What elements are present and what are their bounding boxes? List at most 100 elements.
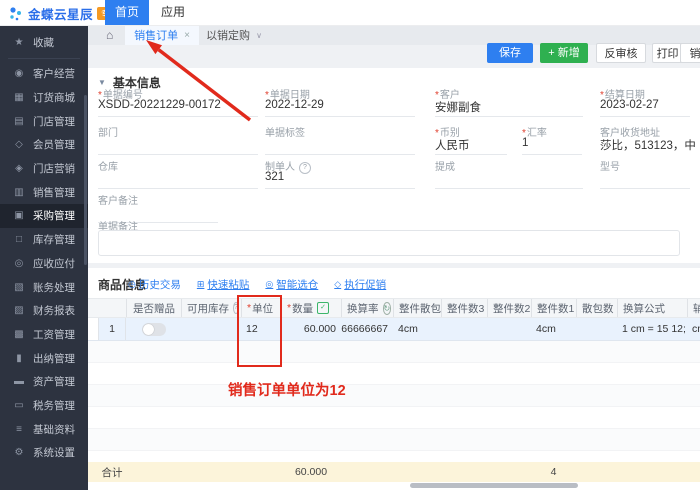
- field-currency[interactable]: *币别 人民币: [435, 124, 507, 155]
- field-warehouse[interactable]: 仓库: [98, 158, 258, 189]
- cell-rownum: 1: [98, 318, 126, 340]
- sidebar-item-label: 基础资料: [33, 422, 75, 437]
- sidebar-item-label: 客户经营: [33, 66, 75, 81]
- link-quick-paste[interactable]: ⊞快速粘贴: [197, 277, 250, 292]
- sidebar-item-tax[interactable]: ▭税务管理: [0, 394, 88, 418]
- horizontal-scrollbar[interactable]: [410, 483, 578, 488]
- overflow-button[interactable]: 销: [680, 43, 700, 63]
- sidebar-item-sales-mgmt[interactable]: ▥销售管理: [0, 180, 88, 204]
- sidebar-item-label: 采购管理: [33, 208, 75, 223]
- link-run-promo[interactable]: ◇执行促销: [334, 277, 386, 292]
- table-header-row: 是否赠品可用库存?*单位*数量✓换算率↻整件散包整件数3整件数2整件数1散包数换…: [88, 298, 700, 318]
- unaudit-button[interactable]: 反审核: [596, 43, 646, 63]
- sidebar-item-inventory-mgmt[interactable]: □库存管理: [0, 228, 88, 252]
- link-history-trade[interactable]: ◷历史交易: [128, 277, 181, 292]
- sidebar-item-customer-ops[interactable]: ◉ 客户经营: [0, 62, 88, 86]
- member-icon: ◇: [13, 139, 25, 150]
- add-new-button[interactable]: + 新增: [540, 43, 588, 63]
- sidebar-item-receivables[interactable]: ◎应收应付: [0, 252, 88, 276]
- table-empty-row[interactable]: [88, 385, 700, 407]
- sidebar-item-store-marketing[interactable]: ◈门店营销: [0, 157, 88, 181]
- field-value: [600, 171, 690, 186]
- field-doc-tag[interactable]: 单据标签: [265, 124, 415, 155]
- sidebar-item-system-settings[interactable]: ⚙系统设置: [0, 441, 88, 465]
- col-header-is-gift: 是否赠品: [126, 299, 181, 317]
- sidebar: ★ 收藏 ◉ 客户经营 ▦订货商城 ▤ 门店管理 ◇ 会员管理 ◈门店营销▥销售管理▣采购管理…: [0, 25, 88, 490]
- sidebar-item-purchase-mgmt[interactable]: ▣采购管理: [0, 204, 88, 228]
- field-value: 2023-02-27: [600, 99, 690, 114]
- sidebar-item-payroll[interactable]: ▩工资管理: [0, 323, 88, 347]
- sidebar-item-label: 门店管理: [33, 114, 75, 129]
- table-empty-row[interactable]: [88, 407, 700, 429]
- save-button[interactable]: 保存: [487, 43, 533, 63]
- doc-remark-input[interactable]: [98, 230, 680, 256]
- field-customer[interactable]: *客户 安娜副食: [435, 86, 583, 117]
- tab-sales-order[interactable]: 销售订单 ×: [125, 25, 199, 45]
- field-label: *币别: [435, 124, 507, 137]
- field-settle-date[interactable]: *结算日期 2023-02-27: [600, 86, 690, 117]
- field-value: 安娜副食: [435, 99, 583, 114]
- top-navbar: 金蝶云星辰 专业版 首页 应用: [0, 0, 700, 26]
- sidebar-item-cashier[interactable]: ▮出纳管理: [0, 346, 88, 370]
- sidebar-item-label: 会员管理: [33, 137, 75, 152]
- link-label: 历史交易: [139, 277, 181, 292]
- field-doc-date[interactable]: *单据日期 2022-12-29: [265, 86, 415, 117]
- base-data-icon: ≡: [13, 424, 25, 435]
- col-header-loose-pack-qty: 散包数: [576, 299, 617, 317]
- field-exchange-rate[interactable]: *汇率 1: [522, 124, 582, 155]
- table-row[interactable]: 11260.0000.06666666674cm4cm1 cm = 15 12;…: [88, 318, 700, 341]
- link-smart-pick[interactable]: ◎智能选仓: [265, 277, 318, 292]
- table-filler: [88, 451, 700, 462]
- field-label: 型号: [600, 158, 690, 171]
- total-rownum: 合计: [98, 462, 126, 482]
- sidebar-item-fin-reports[interactable]: ▨财务报表: [0, 299, 88, 323]
- field-value: [435, 171, 583, 186]
- close-icon[interactable]: ×: [184, 30, 190, 41]
- gift-toggle[interactable]: [142, 323, 166, 336]
- total-unit: [241, 462, 281, 482]
- sidebar-item-favorites[interactable]: ★ 收藏: [0, 28, 88, 56]
- field-commission[interactable]: 提成: [435, 158, 583, 189]
- sidebar-item-accounting[interactable]: ▧账务处理: [0, 275, 88, 299]
- home-icon[interactable]: ⌂: [106, 28, 113, 42]
- customer-icon: ◉: [13, 68, 25, 79]
- field-delivery-address[interactable]: 客户收货地址 莎比，513123，中国安徽: [600, 124, 695, 154]
- table-empty-row[interactable]: [88, 429, 700, 451]
- nav-tab-apps[interactable]: 应用: [151, 0, 195, 25]
- sidebar-item-label: 销售管理: [33, 185, 75, 200]
- cell-aux: cm: [687, 318, 700, 340]
- col-header-whole-qty3: 整件数3: [441, 299, 487, 317]
- logo-icon: [8, 6, 24, 22]
- sidebar-item-order-mall[interactable]: ▦订货商城: [0, 86, 88, 110]
- sidebar-item-label: 系统设置: [33, 445, 75, 460]
- sidebar-item-base-data[interactable]: ≡ 基础资料: [0, 417, 88, 441]
- tab-purchase-by-sales[interactable]: 以销定购 ∨: [203, 25, 265, 45]
- field-value: 2022-12-29: [265, 99, 415, 114]
- table-empty-row[interactable]: [88, 341, 700, 363]
- field-model[interactable]: 型号: [600, 158, 690, 189]
- table-empty-row[interactable]: [88, 363, 700, 385]
- cashier-icon: ▮: [13, 353, 25, 364]
- cell-whole-pack: 4cm: [393, 318, 441, 340]
- nav-tab-home[interactable]: 首页: [105, 0, 149, 25]
- sidebar-scrollbar[interactable]: [84, 95, 87, 265]
- sidebar-item-label: 应收应付: [33, 256, 75, 271]
- store-icon: ▤: [13, 116, 25, 127]
- field-label: *单据编号: [98, 86, 258, 99]
- field-value: XSDD-20221229-00172: [98, 99, 258, 114]
- sidebar-item-assets[interactable]: ▬资产管理: [0, 370, 88, 394]
- required-star: *: [287, 302, 291, 314]
- cell-whole-qty3: [441, 318, 487, 340]
- field-dept[interactable]: 部门: [98, 124, 258, 155]
- add-label: 新增: [558, 47, 580, 59]
- sidebar-item-member-mgmt[interactable]: ◇ 会员管理: [0, 133, 88, 157]
- total-spacer: [88, 462, 98, 482]
- help-icon[interactable]: ?: [233, 302, 239, 314]
- field-doc-no[interactable]: *单据编号 XSDD-20221229-00172: [98, 86, 258, 117]
- calc-icon: ✓: [317, 302, 329, 314]
- field-creator[interactable]: 制单人? 321: [265, 158, 415, 189]
- field-label: 单据标签: [265, 124, 415, 137]
- sidebar-item-store-mgmt[interactable]: ▤ 门店管理: [0, 109, 88, 133]
- help-icon[interactable]: ?: [299, 162, 311, 174]
- chevron-down-icon[interactable]: ∨: [256, 31, 262, 40]
